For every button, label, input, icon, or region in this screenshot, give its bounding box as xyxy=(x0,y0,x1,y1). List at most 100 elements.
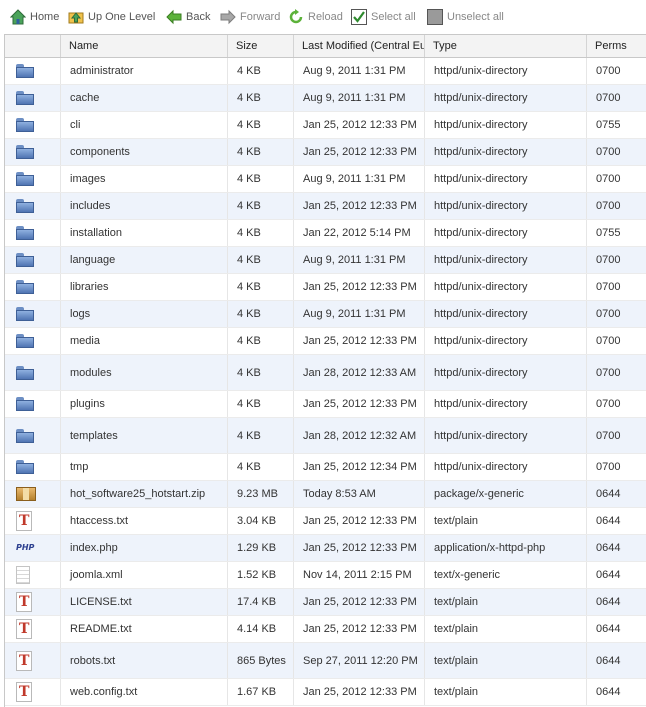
file-name[interactable]: robots.txt xyxy=(61,643,228,678)
file-name[interactable]: hot_software25_hotstart.zip xyxy=(61,481,228,507)
file-perms[interactable]: 0700 xyxy=(587,166,646,192)
file-perms[interactable]: 0700 xyxy=(587,274,646,300)
file-name[interactable]: web.config.txt xyxy=(61,679,228,705)
file-perms[interactable]: 0644 xyxy=(587,481,646,507)
file-name[interactable]: README.txt xyxy=(61,616,228,642)
select-all-button[interactable]: Select all xyxy=(351,8,416,26)
table-row[interactable]: media 4 KB Jan 25, 2012 12:33 PM httpd/unix… xyxy=(5,328,646,355)
file-name[interactable]: administrator xyxy=(61,58,228,84)
column-header-name[interactable]: Name xyxy=(61,35,228,57)
unselect-all-button[interactable]: Unselect all xyxy=(427,8,504,26)
table-row[interactable]: includes 4 KB Jan 25, 2012 12:33 PM httpd/u… xyxy=(5,193,646,220)
table-row[interactable]: Tweb.config.txt 1.67 KB Jan 25, 2012 12:33… xyxy=(5,679,646,706)
table-row[interactable]: images 4 KB Aug 9, 2011 1:31 PM httpd/unix-… xyxy=(5,166,646,193)
file-name[interactable]: cache xyxy=(61,85,228,111)
table-row[interactable]: modules 4 KB Jan 28, 2012 12:33 AM httpd/un… xyxy=(5,355,646,391)
file-name[interactable]: htaccess.txt xyxy=(61,508,228,534)
file-perms[interactable]: 0755 xyxy=(587,220,646,246)
column-header-size[interactable]: Size xyxy=(228,35,294,57)
row-icon-cell xyxy=(5,166,61,192)
file-perms[interactable]: 0644 xyxy=(587,589,646,615)
file-type: application/x-httpd-php xyxy=(425,535,587,561)
column-header-modified[interactable]: Last Modified (Central Eu xyxy=(294,35,425,57)
file-perms[interactable]: 0644 xyxy=(587,679,646,705)
folder-icon xyxy=(16,199,34,213)
table-row[interactable]: hot_software25_hotstart.zip 9.23 MB Today … xyxy=(5,481,646,508)
table-row[interactable]: joomla.xml 1.52 KB Nov 14, 2011 2:15 PM tex… xyxy=(5,562,646,589)
file-perms[interactable]: 0700 xyxy=(587,85,646,111)
file-perms[interactable]: 0700 xyxy=(587,193,646,219)
up-one-level-button[interactable]: Up One Level xyxy=(68,8,155,26)
file-perms[interactable]: 0700 xyxy=(587,391,646,417)
file-perms[interactable]: 0700 xyxy=(587,328,646,354)
file-size: 4 KB xyxy=(228,166,294,192)
file-type: httpd/unix-directory xyxy=(425,328,587,354)
file-perms[interactable]: 0700 xyxy=(587,418,646,453)
table-row[interactable]: administrator 4 KB Aug 9, 2011 1:31 PM http… xyxy=(5,58,646,85)
row-icon-cell xyxy=(5,58,61,84)
file-perms[interactable]: 0644 xyxy=(587,562,646,588)
file-modified: Jan 28, 2012 12:32 AM xyxy=(294,418,425,453)
file-perms[interactable]: 0700 xyxy=(587,58,646,84)
table-row[interactable]: T README.txt 4.14 KB Jan 25, 2012 12:33 PM t… xyxy=(5,616,646,643)
file-perms[interactable]: 0700 xyxy=(587,247,646,273)
file-name[interactable]: joomla.xml xyxy=(61,562,228,588)
file-perms[interactable]: 0644 xyxy=(587,535,646,561)
file-name[interactable]: modules xyxy=(61,355,228,390)
checkbox-empty-icon xyxy=(427,9,443,25)
table-row[interactable]: plugins 4 KB Jan 25, 2012 12:33 PM httpd/un… xyxy=(5,391,646,418)
table-row[interactable]: Thtaccess.txt 3.04 KB Jan 25, 2012 12:33 P… xyxy=(5,508,646,535)
back-label: Back xyxy=(186,11,211,23)
file-name[interactable]: images xyxy=(61,166,228,192)
file-name[interactable]: components xyxy=(61,139,228,165)
file-name[interactable]: templates xyxy=(61,418,228,453)
file-perms[interactable]: 0700 xyxy=(587,355,646,390)
file-size: 4.14 KB xyxy=(228,616,294,642)
table-row[interactable]: T LICENSE.txt 17.4 KB Jan 25, 2012 12:33 PM… xyxy=(5,589,646,616)
forward-button[interactable]: Forward xyxy=(220,8,280,26)
table-row[interactable]: templates 4 KB Jan 28, 2012 12:32 AM httpd/… xyxy=(5,418,646,454)
back-button[interactable]: Back xyxy=(166,8,210,26)
file-perms[interactable]: 0755 xyxy=(587,112,646,138)
file-name[interactable]: media xyxy=(61,328,228,354)
folder-icon xyxy=(16,334,34,348)
file-perms[interactable]: 0700 xyxy=(587,454,646,480)
file-name[interactable]: libraries xyxy=(61,274,228,300)
row-icon-cell xyxy=(5,481,61,507)
table-row[interactable]: libraries 4 KB Jan 25, 2012 12:33 PM httpd/… xyxy=(5,274,646,301)
file-perms[interactable]: 0644 xyxy=(587,643,646,678)
table-row[interactable]: cli 4 KB Jan 25, 2012 12:33 PM httpd/unix-d… xyxy=(5,112,646,139)
table-row[interactable]: installation 4 KB Jan 22, 2012 5:14 PM http… xyxy=(5,220,646,247)
file-perms[interactable]: 0644 xyxy=(587,616,646,642)
file-name[interactable]: language xyxy=(61,247,228,273)
table-row[interactable]: logs 4 KB Aug 9, 2011 1:31 PM httpd/unix-di… xyxy=(5,301,646,328)
column-header-perms[interactable]: Perms xyxy=(587,35,646,57)
file-name[interactable]: tmp xyxy=(61,454,228,480)
file-perms[interactable]: 0700 xyxy=(587,139,646,165)
folder-icon xyxy=(16,145,34,159)
column-header-type[interactable]: Type xyxy=(425,35,587,57)
table-row[interactable]: Trobots.txt 865 Bytes Sep 27, 2011 12:20 P… xyxy=(5,643,646,679)
reload-button[interactable]: Reload xyxy=(288,8,343,26)
file-name[interactable]: logs xyxy=(61,301,228,327)
table-row[interactable]: PHP index.php 1.29 KB Jan 25, 2012 12:33 PM… xyxy=(5,535,646,562)
file-perms[interactable]: 0700 xyxy=(587,301,646,327)
folder-icon xyxy=(16,307,34,321)
table-row[interactable]: cache 4 KB Aug 9, 2011 1:31 PM httpd/unix-d… xyxy=(5,85,646,112)
row-icon-cell xyxy=(5,139,61,165)
text-file-icon: T xyxy=(16,650,32,671)
home-button[interactable]: Home xyxy=(9,8,59,26)
file-name[interactable]: includes xyxy=(61,193,228,219)
file-name[interactable]: index.php xyxy=(61,535,228,561)
file-name[interactable]: LICENSE.txt xyxy=(61,589,228,615)
file-name[interactable]: cli xyxy=(61,112,228,138)
table-row[interactable]: components 4 KB Jan 25, 2012 12:33 PM httpd… xyxy=(5,139,646,166)
file-name[interactable]: plugins xyxy=(61,391,228,417)
table-row[interactable]: language 4 KB Aug 9, 2011 1:31 PM httpd/uni… xyxy=(5,247,646,274)
file-type: text/plain xyxy=(425,643,587,678)
table-row[interactable]: tmp 4 KB Jan 25, 2012 12:34 PM httpd/unix-d… xyxy=(5,454,646,481)
file-perms[interactable]: 0644 xyxy=(587,508,646,534)
file-name[interactable]: installation xyxy=(61,220,228,246)
checkbox-checked-icon xyxy=(351,9,367,25)
text-file-icon: T xyxy=(16,682,32,702)
